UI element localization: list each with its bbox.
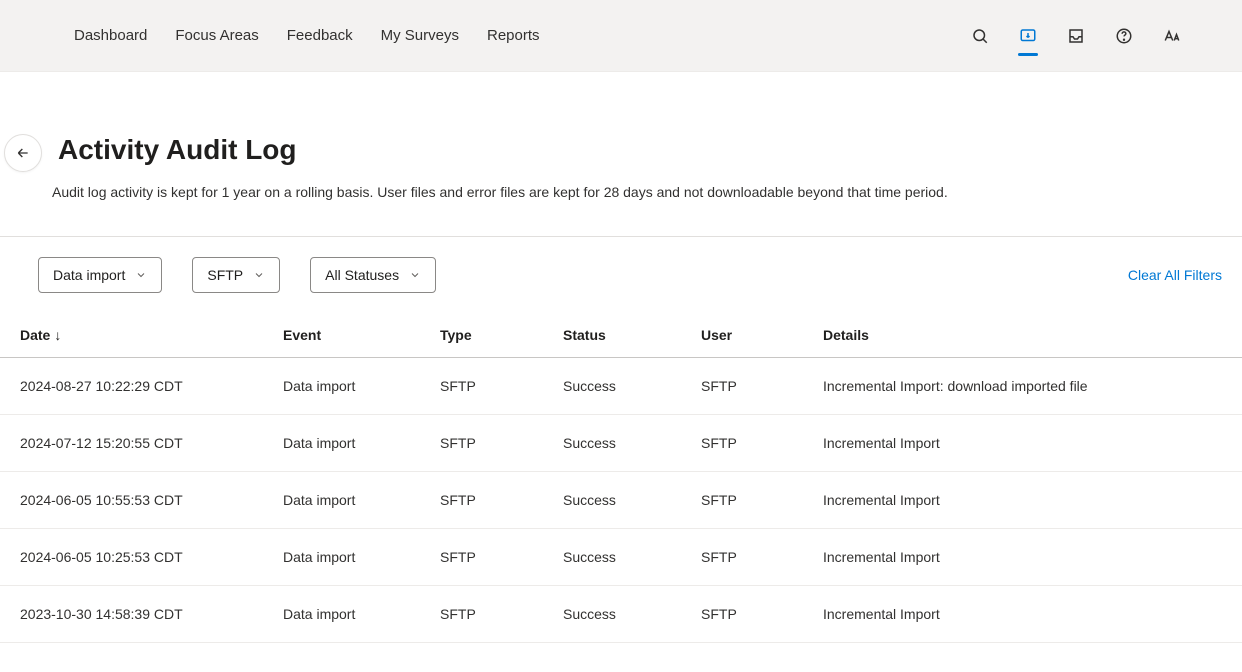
page-header: Activity Audit Log Audit log activity is…: [0, 72, 1242, 237]
col-header-type[interactable]: Type: [430, 313, 553, 358]
chevron-down-icon: [409, 269, 421, 281]
cell-status: Success: [553, 358, 691, 415]
chevron-down-icon: [253, 269, 265, 281]
col-header-details[interactable]: Details: [813, 313, 1242, 358]
table-header-row: Date↓ Event Type Status User Details: [0, 313, 1242, 358]
cell-type: SFTP: [430, 586, 553, 643]
topbar: Dashboard Focus Areas Feedback My Survey…: [0, 0, 1242, 72]
cell-details: Incremental Import: [813, 472, 1242, 529]
details-text: Incremental Import: [823, 492, 940, 508]
nav-reports[interactable]: Reports: [487, 27, 540, 44]
details-text: Incremental Import:: [823, 378, 948, 394]
table-row: 2024-07-12 15:20:55 CDT Data import SFTP…: [0, 415, 1242, 472]
cell-date: 2024-07-12 15:20:55 CDT: [0, 415, 273, 472]
cell-event: Data import: [273, 586, 430, 643]
cell-event: Data import: [273, 415, 430, 472]
col-header-user[interactable]: User: [691, 313, 813, 358]
page-subtitle: Audit log activity is kept for 1 year on…: [52, 184, 1202, 200]
clear-all-filters-link[interactable]: Clear All Filters: [1128, 267, 1222, 283]
table-row: 2023-10-30 14:58:39 CDT Data import SFTP…: [0, 586, 1242, 643]
filter-event-label: Data import: [53, 267, 125, 283]
filter-status[interactable]: All Statuses: [310, 257, 436, 293]
nav-feedback[interactable]: Feedback: [287, 27, 353, 44]
search-icon[interactable]: [970, 26, 990, 46]
cell-date: 2024-08-27 10:22:29 CDT: [0, 358, 273, 415]
table-row: 2024-06-05 10:55:53 CDT Data import SFTP…: [0, 472, 1242, 529]
cell-type: SFTP: [430, 415, 553, 472]
cell-type: SFTP: [430, 529, 553, 586]
col-header-event[interactable]: Event: [273, 313, 430, 358]
sort-arrow-down-icon: ↓: [50, 327, 61, 343]
help-icon[interactable]: [1114, 26, 1134, 46]
cell-event: Data import: [273, 472, 430, 529]
details-text: Incremental Import: [823, 606, 940, 622]
inbox-icon[interactable]: [1066, 26, 1086, 46]
topbar-actions: [970, 26, 1222, 46]
filter-type[interactable]: SFTP: [192, 257, 280, 293]
cell-details: Incremental Import: [813, 529, 1242, 586]
nav-my-surveys[interactable]: My Surveys: [381, 27, 459, 44]
table-row: 2024-06-05 10:25:53 CDT Data import SFTP…: [0, 529, 1242, 586]
cell-user: SFTP: [691, 358, 813, 415]
col-header-date[interactable]: Date↓: [0, 313, 273, 358]
back-button[interactable]: [4, 134, 42, 172]
page-wrap: Activity Audit Log Audit log activity is…: [0, 72, 1242, 643]
nav-dashboard[interactable]: Dashboard: [74, 27, 147, 44]
col-header-date-label: Date: [20, 327, 50, 343]
filters-row: Data import SFTP All Statuses Clear All …: [0, 237, 1242, 313]
nav-focus-areas[interactable]: Focus Areas: [175, 27, 258, 44]
primary-nav: Dashboard Focus Areas Feedback My Survey…: [74, 27, 540, 44]
col-header-status[interactable]: Status: [553, 313, 691, 358]
cell-type: SFTP: [430, 358, 553, 415]
cell-type: SFTP: [430, 472, 553, 529]
cell-date: 2024-06-05 10:55:53 CDT: [0, 472, 273, 529]
cell-user: SFTP: [691, 529, 813, 586]
chevron-down-icon: [135, 269, 147, 281]
cell-status: Success: [553, 415, 691, 472]
download-imported-file-link[interactable]: download imported file: [948, 378, 1088, 394]
cell-event: Data import: [273, 529, 430, 586]
filter-event[interactable]: Data import: [38, 257, 162, 293]
cell-user: SFTP: [691, 472, 813, 529]
table-row: 2024-08-27 10:22:29 CDT Data import SFTP…: [0, 358, 1242, 415]
cell-status: Success: [553, 529, 691, 586]
import-icon[interactable]: [1018, 26, 1038, 46]
filter-status-label: All Statuses: [325, 267, 399, 283]
cell-status: Success: [553, 472, 691, 529]
cell-date: 2024-06-05 10:25:53 CDT: [0, 529, 273, 586]
cell-status: Success: [553, 586, 691, 643]
cell-user: SFTP: [691, 586, 813, 643]
page-title: Activity Audit Log: [58, 134, 1202, 166]
filter-type-label: SFTP: [207, 267, 243, 283]
cell-details: Incremental Import: [813, 586, 1242, 643]
cell-details: Incremental Import: [813, 415, 1242, 472]
audit-log-table: Date↓ Event Type Status User Details 202…: [0, 313, 1242, 643]
details-text: Incremental Import: [823, 435, 940, 451]
arrow-left-icon: [15, 145, 31, 161]
cell-details: Incremental Import: download imported fi…: [813, 358, 1242, 415]
cell-user: SFTP: [691, 415, 813, 472]
font-size-icon[interactable]: [1162, 26, 1182, 46]
details-text: Incremental Import: [823, 549, 940, 565]
cell-date: 2023-10-30 14:58:39 CDT: [0, 586, 273, 643]
cell-event: Data import: [273, 358, 430, 415]
